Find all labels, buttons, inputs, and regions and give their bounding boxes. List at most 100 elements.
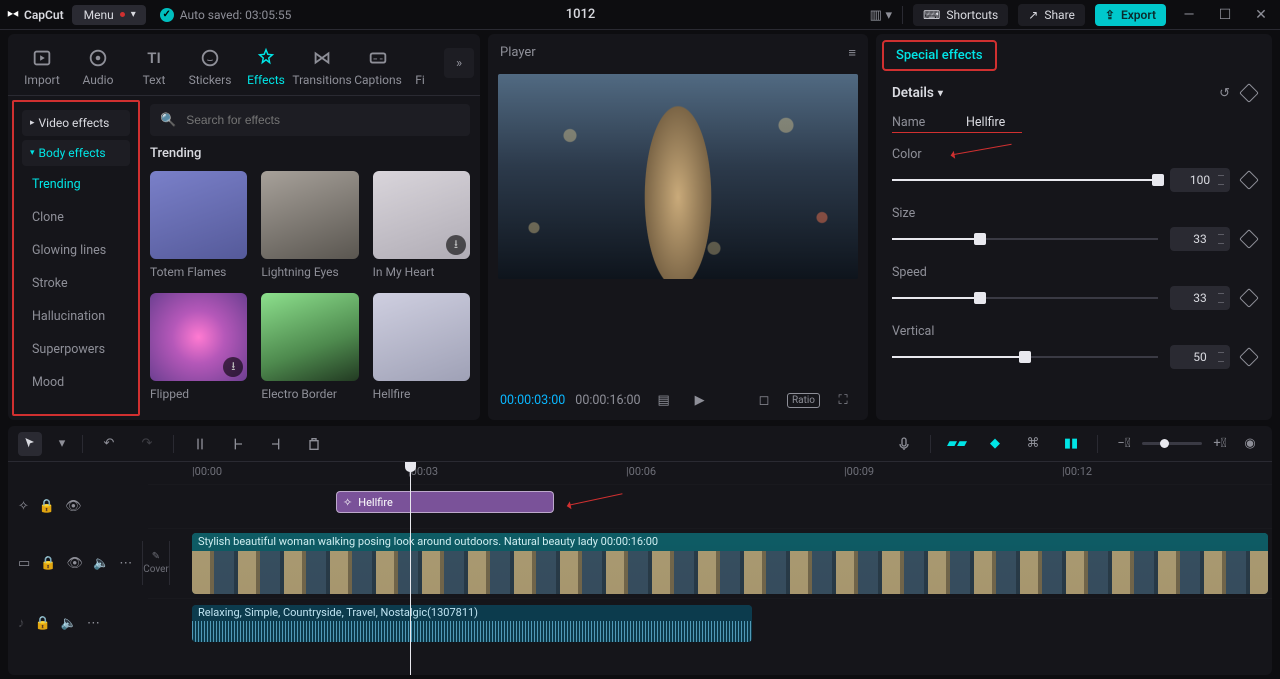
effect-card[interactable]: Totem Flames [150, 171, 247, 279]
audio-clip[interactable]: Relaxing, Simple, Countryside, Travel, N… [192, 605, 752, 642]
zoom-fit-icon[interactable]: ◉ [1238, 432, 1262, 456]
effect-card[interactable]: ⭳Flipped [150, 293, 247, 401]
zoom-in-icon[interactable]: +⃝ [1208, 432, 1232, 456]
zoom-slider[interactable] [1142, 442, 1202, 445]
tab-text[interactable]: TIText [126, 47, 182, 95]
keyframe-icon[interactable] [1239, 170, 1259, 190]
timeline-tracks[interactable]: |00:00 |00:03 |00:06 |00:09 |00:12 ✧ Hel… [148, 462, 1272, 675]
more-icon[interactable]: ⋯ [119, 556, 132, 571]
slider-speed[interactable] [892, 290, 1158, 306]
sidebar-item-glowing[interactable]: Glowing lines [22, 236, 130, 265]
menu-button[interactable]: Menu ▾ [72, 5, 146, 25]
lane-audio[interactable]: Relaxing, Simple, Countryside, Travel, N… [148, 598, 1272, 648]
sidebar-item-trending[interactable]: Trending [22, 170, 130, 199]
lock-icon[interactable]: 🔒 [35, 616, 51, 631]
inspector-tab-special-effects[interactable]: Special effects [882, 40, 997, 71]
tool-delete[interactable] [302, 432, 326, 456]
tool-undo[interactable]: ↶ [97, 432, 121, 456]
share-button[interactable]: ↗ Share [1018, 4, 1085, 26]
tool-split[interactable] [188, 432, 212, 456]
window-maximize[interactable]: ☐ [1212, 7, 1238, 23]
sidebar-item-stroke[interactable]: Stroke [22, 269, 130, 298]
crop-icon[interactable]: ◻ [751, 387, 777, 413]
tab-stickers[interactable]: Stickers [182, 47, 238, 95]
tool-trim-right[interactable] [264, 432, 288, 456]
num-speed[interactable]: 33 [1170, 286, 1230, 310]
play-icon[interactable]: ▶ [687, 387, 713, 413]
tool-select-chevron[interactable]: ▾ [56, 432, 68, 456]
tool-redo[interactable]: ↷ [135, 432, 159, 456]
export-button[interactable]: ⇪ Export [1095, 4, 1166, 26]
sidebar-group-video-effects[interactable]: ▸Video effects [22, 110, 130, 136]
lock-icon[interactable]: 🔒 [40, 556, 56, 571]
tab-captions[interactable]: Captions [350, 47, 406, 95]
effect-clip[interactable]: ✧ Hellfire [336, 491, 554, 513]
effect-card[interactable]: ⭳In My Heart [373, 171, 470, 279]
tool-snap2[interactable]: ◆ [983, 432, 1007, 456]
num-vertical[interactable]: 50 [1170, 345, 1230, 369]
keyframe-icon[interactable] [1239, 347, 1259, 367]
eye-icon[interactable]: 👁 [65, 499, 82, 514]
tool-select[interactable] [18, 432, 42, 456]
window-minimize[interactable]: ― [1176, 7, 1202, 23]
tool-mic[interactable] [892, 432, 916, 456]
video-lane-icon[interactable]: ▭ [18, 556, 30, 571]
effect-card[interactable]: Electro Border [261, 293, 358, 401]
tool-link[interactable]: ⌘ [1021, 432, 1045, 456]
download-icon[interactable]: ⭳ [446, 235, 466, 255]
tool-snap1[interactable]: ▰▰ [945, 432, 969, 456]
sidebar-item-hallucination[interactable]: Hallucination [22, 302, 130, 331]
num-size[interactable]: 33 [1170, 227, 1230, 251]
lock-icon[interactable]: 🔒 [39, 499, 55, 514]
lane-effects[interactable]: ✧ Hellfire [148, 484, 1272, 528]
slider-size[interactable] [892, 231, 1158, 247]
num-color[interactable]: 100 [1170, 168, 1230, 192]
tool-magnet[interactable]: ▮▮ [1059, 432, 1083, 456]
tab-effects[interactable]: Effects [238, 47, 294, 95]
keyframe-icon[interactable] [1239, 288, 1259, 308]
sidebar-item-superpowers[interactable]: Superpowers [22, 335, 130, 364]
playhead[interactable] [410, 462, 411, 675]
effect-card[interactable]: Hellfire [373, 293, 470, 401]
ratio-button[interactable]: Ratio [787, 393, 820, 408]
tool-trim-left[interactable] [226, 432, 250, 456]
list-icon[interactable]: ▤ [651, 387, 677, 413]
video-preview[interactable] [498, 74, 858, 279]
shortcuts-button[interactable]: ⌨ Shortcuts [913, 4, 1008, 26]
effect-card[interactable]: Lightning Eyes [261, 171, 358, 279]
lane-video[interactable]: Stylish beautiful woman walking posing l… [148, 528, 1272, 598]
tabs-more[interactable]: » [444, 48, 474, 78]
tab-transitions[interactable]: Transitions [294, 47, 350, 95]
fullscreen-icon[interactable]: ⛶ [830, 387, 856, 413]
player-menu-icon[interactable]: ≡ [848, 45, 856, 60]
eye-icon[interactable]: 👁 [66, 556, 83, 571]
keyframe-icon[interactable] [1239, 83, 1259, 103]
window-close[interactable]: ✕ [1248, 7, 1274, 23]
tab-import[interactable]: Import [14, 47, 70, 95]
slider-vertical[interactable] [892, 349, 1158, 365]
download-icon[interactable]: ⭳ [223, 357, 243, 377]
capcut-icon [6, 8, 20, 22]
zoom-control[interactable]: −⃝ +⃝ ◉ [1112, 432, 1262, 456]
slider-color[interactable] [892, 172, 1158, 188]
sidebar-group-body-effects[interactable]: ▾Body effects [22, 140, 130, 166]
details-header[interactable]: Details▾ ↺ [892, 85, 1256, 101]
search-box[interactable]: 🔍 [150, 104, 470, 136]
mute-icon[interactable]: 🔈 [61, 616, 77, 631]
tab-filters[interactable]: Fi [406, 73, 434, 95]
sidebar-item-mood[interactable]: Mood [22, 368, 130, 397]
mute-icon[interactable]: 🔈 [93, 556, 109, 571]
tab-audio[interactable]: Audio [70, 47, 126, 95]
effects-lane-icon[interactable]: ✧ [18, 499, 29, 514]
video-clip[interactable]: Stylish beautiful woman walking posing l… [192, 533, 1268, 594]
time-ruler[interactable]: |00:00 |00:03 |00:06 |00:09 |00:12 [148, 462, 1272, 484]
zoom-out-icon[interactable]: −⃝ [1112, 432, 1136, 456]
search-input[interactable] [184, 112, 460, 128]
layout-icon[interactable]: ▥ ▾ [870, 7, 892, 23]
sidebar-item-clone[interactable]: Clone [22, 203, 130, 232]
audio-lane-icon[interactable]: ♪ [18, 615, 25, 631]
reset-icon[interactable]: ↺ [1219, 86, 1230, 101]
project-title[interactable]: 1012 [566, 7, 596, 22]
more-icon[interactable]: ⋯ [87, 616, 100, 631]
keyframe-icon[interactable] [1239, 229, 1259, 249]
